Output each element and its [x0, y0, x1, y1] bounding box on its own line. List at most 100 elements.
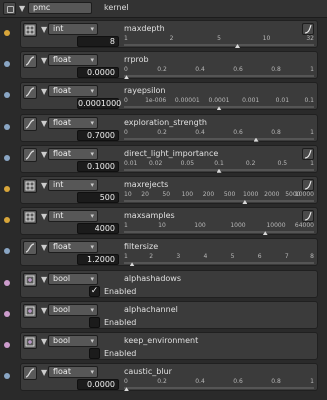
value-field[interactable]: 500	[77, 192, 119, 203]
slider-handle[interactable]	[129, 262, 135, 267]
toggle-icon[interactable]	[23, 335, 37, 349]
value-field[interactable]: 0.0000	[77, 379, 119, 391]
connector-dot-icon[interactable]	[4, 154, 10, 161]
type-dropdown[interactable]: float ▾	[48, 85, 98, 98]
value-slider[interactable]: 0 0.2 0.4 0.6 0.8 1	[124, 129, 314, 142]
type-dropdown[interactable]: float ▾	[48, 54, 98, 67]
value-slider[interactable]: 0 0.2 0.4 0.6 0.8 1	[124, 378, 314, 392]
value-slider[interactable]: 0.01 0.02 0.05 0.1 0.2 0.5 1	[124, 160, 314, 173]
slider-track[interactable]	[124, 262, 314, 267]
connector-dot-icon[interactable]	[4, 279, 10, 286]
curve-icon[interactable]	[23, 366, 37, 381]
curve-icon[interactable]	[23, 85, 37, 100]
expand-triangle-icon[interactable]: ▼	[41, 56, 47, 65]
connector-dot-icon[interactable]	[4, 92, 10, 99]
slider-handle[interactable]	[216, 106, 222, 111]
value-field[interactable]: 8	[77, 36, 119, 47]
slider-tick-label: 0.1	[214, 159, 224, 167]
grid-icon[interactable]	[23, 210, 37, 225]
curve-toggle-icon[interactable]	[302, 23, 314, 35]
expand-triangle-icon[interactable]: ▼	[41, 337, 47, 346]
slider-handle[interactable]	[235, 44, 240, 48]
enabled-checkbox[interactable]	[89, 348, 100, 359]
enabled-checkbox[interactable]	[89, 316, 100, 328]
expand-triangle-icon[interactable]: ▼	[41, 212, 47, 221]
expand-triangle-icon[interactable]: ▼	[41, 25, 47, 34]
value-slider[interactable]: 1 2 3 4 5 6 7 8	[124, 253, 314, 267]
slider-track[interactable]	[124, 75, 314, 80]
value-slider[interactable]: 10 20 50 100 200 500 1000 2000 5000 10000	[124, 191, 314, 204]
parameter-card: ▼ float ▾ caustic_blur 0.0000 0 0.2 0.4 0.6 0.8 1	[20, 363, 318, 392]
type-dropdown[interactable]: int ▾	[48, 179, 98, 191]
checkbox-label: Enabled	[104, 349, 137, 358]
type-dropdown[interactable]: float ▾	[48, 147, 98, 160]
curve-icon[interactable]	[23, 54, 37, 69]
value-field[interactable]: 1.2000	[77, 254, 119, 266]
expand-triangle-icon[interactable]: ▼	[41, 368, 47, 377]
grid-icon[interactable]	[23, 23, 37, 37]
slider-handle[interactable]	[253, 137, 259, 142]
slider-track[interactable]	[124, 44, 314, 48]
connector-dot-icon[interactable]	[4, 373, 10, 380]
value-field[interactable]: 0.0000	[77, 67, 119, 79]
slider-track[interactable]	[124, 137, 314, 142]
type-dropdown[interactable]: float ▾	[48, 116, 98, 129]
connector-dot-icon[interactable]	[4, 30, 10, 36]
toggle-icon[interactable]	[23, 303, 37, 318]
value-field[interactable]: 0.1000	[77, 160, 119, 172]
expand-triangle-icon[interactable]: ▼	[41, 119, 47, 128]
slider-handle[interactable]	[124, 75, 129, 80]
value-slider[interactable]: 1 10 100 1000 10000 64000	[124, 222, 314, 236]
value-slider[interactable]: 0 1e-006 0.00001 0.0001 0.001 0.01 0.1	[124, 97, 314, 111]
node-name-field[interactable]: pmc	[28, 2, 92, 14]
connector-dot-icon[interactable]	[4, 217, 10, 224]
expand-triangle-icon[interactable]: ▼	[41, 243, 47, 252]
curve-toggle-icon[interactable]	[302, 147, 314, 160]
slider-track[interactable]	[124, 106, 314, 111]
curve-toggle-icon[interactable]	[302, 179, 314, 191]
type-dropdown[interactable]: int ▾	[48, 23, 98, 35]
curve-icon[interactable]	[23, 241, 37, 256]
parameter-row-maxsamples: ▼ int ▾ maxsamples 4000 1 10 100 1000 10000 64000	[0, 207, 327, 236]
value-field[interactable]: 4000	[77, 223, 119, 235]
type-dropdown[interactable]: float ▾	[48, 241, 98, 254]
slider-track[interactable]	[124, 200, 314, 204]
enabled-checkbox[interactable]: ✓	[89, 285, 100, 297]
expand-triangle-icon[interactable]: ▼	[41, 150, 47, 159]
type-dropdown-label: float	[53, 55, 71, 65]
collapse-triangle-icon[interactable]: ▼	[19, 4, 25, 13]
type-dropdown[interactable]: int ▾	[48, 210, 98, 223]
slider-handle[interactable]	[242, 200, 248, 204]
type-dropdown[interactable]: bool ▾	[48, 335, 98, 347]
slider-handle[interactable]	[262, 231, 268, 236]
expand-triangle-icon[interactable]: ▼	[41, 306, 47, 315]
type-dropdown[interactable]: float ▾	[48, 366, 98, 379]
value-slider[interactable]: 1 2 5 10 32	[124, 35, 314, 48]
slider-track[interactable]	[124, 231, 314, 236]
curve-toggle-icon[interactable]	[302, 210, 314, 223]
slider-track[interactable]	[124, 387, 314, 392]
curve-icon[interactable]	[23, 147, 37, 162]
type-dropdown[interactable]: bool ▾	[48, 272, 98, 285]
value-field[interactable]: 0.0001000	[77, 98, 121, 110]
expand-triangle-icon[interactable]: ▼	[41, 87, 47, 96]
slider-track[interactable]	[124, 168, 314, 173]
type-dropdown[interactable]: bool ▾	[48, 303, 98, 316]
toggle-icon[interactable]	[23, 272, 37, 287]
connector-dot-icon[interactable]	[4, 310, 10, 317]
curve-icon[interactable]	[23, 116, 37, 131]
grid-icon[interactable]	[23, 179, 37, 193]
connector-dot-icon[interactable]	[4, 61, 10, 68]
connector-dot-icon[interactable]	[4, 186, 10, 192]
connector-dot-icon[interactable]	[4, 123, 10, 130]
connector-dot-icon[interactable]	[4, 342, 10, 348]
expand-triangle-icon[interactable]: ▼	[41, 275, 47, 284]
expand-triangle-icon[interactable]: ▼	[41, 181, 47, 190]
type-dropdown-label: bool	[53, 273, 71, 283]
connector-dot-icon[interactable]	[4, 248, 10, 255]
value-field[interactable]: 0.7000	[77, 129, 119, 141]
slider-handle[interactable]	[124, 387, 129, 392]
slider-handle[interactable]	[216, 168, 222, 173]
node-icon[interactable]	[3, 2, 16, 15]
value-slider[interactable]: 0 0.2 0.4 0.6 0.8 1	[124, 66, 314, 80]
